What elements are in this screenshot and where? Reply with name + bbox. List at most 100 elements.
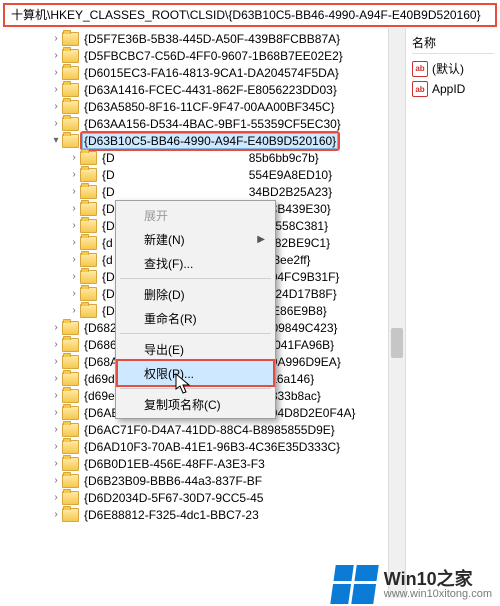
expand-chevron-icon[interactable]: › <box>50 475 62 486</box>
expand-chevron-icon[interactable]: › <box>68 288 80 299</box>
tree-row[interactable]: › {D63A1416-FCEC-4431-862F-E8056223DD03} <box>0 81 405 98</box>
tree-row[interactable]: › {D5FBCBC7-C56D-4FF0-9607-1B68B7EE02E2} <box>0 47 405 64</box>
tree-item-label[interactable]: {D <box>100 168 117 182</box>
folder-icon <box>62 134 79 148</box>
tree-item-label[interactable]: {D6D2034D-5F67-30D7-9CC5-45 <box>82 491 265 505</box>
tree-row[interactable]: ▾ {D63B10C5-BB46-4990-A94F-E40B9D520160} <box>0 132 405 149</box>
folder-icon <box>62 406 79 420</box>
expand-chevron-icon[interactable]: › <box>50 84 62 95</box>
expand-chevron-icon[interactable]: › <box>50 356 62 367</box>
tree-item-label[interactable]: {D5F7E36B-5B38-445D-A50F-439B8FCBB87A} <box>82 32 342 46</box>
tree-item-label[interactable]: {d <box>100 253 115 267</box>
menu-item[interactable]: 复制项名称(C) <box>118 392 273 416</box>
menu-item[interactable]: 重命名(R) <box>118 306 273 330</box>
submenu-arrow-icon: ▶ <box>257 234 265 245</box>
folder-icon <box>80 202 97 216</box>
windows-logo-icon <box>330 565 378 604</box>
tree-row[interactable]: › {D 85b6bb9c7b} <box>0 149 405 166</box>
vertical-scrollbar[interactable] <box>388 28 405 598</box>
expand-chevron-icon[interactable]: › <box>50 509 62 520</box>
expand-chevron-icon[interactable]: › <box>68 254 80 265</box>
folder-icon <box>80 253 97 267</box>
expand-chevron-icon[interactable]: › <box>68 186 80 197</box>
tree-row[interactable]: › {D63AA156-D534-4BAC-9BF1-55359CF5EC30} <box>0 115 405 132</box>
watermark-title: Win10之家 <box>384 570 492 588</box>
folder-icon <box>62 100 79 114</box>
expand-chevron-icon[interactable]: › <box>50 407 62 418</box>
value-name: AppID <box>432 82 465 96</box>
expand-chevron-icon[interactable]: › <box>50 339 62 350</box>
expand-chevron-icon[interactable]: › <box>68 220 80 231</box>
expand-chevron-icon[interactable]: › <box>68 203 80 214</box>
tree-item-tail: 554E9A8ED10} <box>247 168 334 182</box>
expand-chevron-icon[interactable]: › <box>50 390 62 401</box>
tree-item-label[interactable]: {D <box>100 185 117 199</box>
scrollbar-thumb[interactable] <box>391 328 403 358</box>
menu-item[interactable]: 查找(F)... <box>118 251 273 275</box>
expand-chevron-icon[interactable]: › <box>50 441 62 452</box>
tree-row[interactable]: › {D6AC71F0-D4A7-41DD-88C4-B8985855D9E} <box>0 421 405 438</box>
tree-item-label[interactable]: {D6B23B09-BBB6-44a3-837F-BF <box>82 474 264 488</box>
tree-item-label[interactable]: {D <box>100 151 117 165</box>
menu-item[interactable]: 权限(P)... <box>117 360 274 386</box>
menu-item-label: 新建(N) <box>144 231 185 248</box>
expand-chevron-icon[interactable]: › <box>68 237 80 248</box>
tree-row[interactable]: › {D6AD10F3-70AB-41E1-96B3-4C36E35D333C} <box>0 438 405 455</box>
tree-item-label[interactable]: {D63B10C5-BB46-4990-A94F-E40B9D520160} <box>82 133 338 149</box>
tree-row[interactable]: › {D6B0D1EB-456E-48FF-A3E3-F3 <box>0 455 405 472</box>
tree-item-label[interactable]: {D6E88812-F325-4dc1-BBC7-23 <box>82 508 261 522</box>
expand-chevron-icon[interactable]: › <box>50 322 62 333</box>
menu-item[interactable]: 删除(D) <box>118 282 273 306</box>
tree-row[interactable]: › {D5F7E36B-5B38-445D-A50F-439B8FCBB87A} <box>0 30 405 47</box>
string-value-icon: ab <box>412 81 428 97</box>
tree-item-label[interactable]: {D63AA156-D534-4BAC-9BF1-55359CF5EC30} <box>82 117 343 131</box>
values-panel: 名称 ab(默认)abAppID <box>406 28 500 598</box>
tree-row[interactable]: › {D6D2034D-5F67-30D7-9CC5-45 <box>0 489 405 506</box>
column-header-name[interactable]: 名称 <box>412 32 494 54</box>
value-row[interactable]: ab(默认) <box>412 58 494 79</box>
tree-item-label[interactable]: {D5FBCBC7-C56D-4FF0-9607-1B68B7EE02E2} <box>82 49 345 63</box>
value-row[interactable]: ab AppID <box>412 79 494 99</box>
expand-chevron-icon[interactable]: › <box>50 67 62 78</box>
expand-chevron-icon[interactable]: › <box>68 152 80 163</box>
expand-chevron-icon[interactable]: › <box>68 271 80 282</box>
folder-icon <box>62 66 79 80</box>
expand-chevron-icon[interactable]: › <box>68 305 80 316</box>
expand-chevron-icon[interactable]: › <box>50 492 62 503</box>
expand-chevron-icon[interactable]: › <box>50 118 62 129</box>
string-value-icon: ab <box>412 61 428 77</box>
tree-item-label[interactable]: {D63A5850-8F16-11CF-9F47-00AA00BF345C} <box>82 100 337 114</box>
expand-chevron-icon[interactable]: › <box>50 50 62 61</box>
tree-item-label[interactable]: {D6AD10F3-70AB-41E1-96B3-4C36E35D333C} <box>82 440 342 454</box>
tree-item-label[interactable]: {d <box>100 236 115 250</box>
expand-chevron-icon[interactable]: › <box>50 101 62 112</box>
tree-item-label[interactable]: {D6B0D1EB-456E-48FF-A3E3-F3 <box>82 457 267 471</box>
expand-chevron-icon[interactable]: ▾ <box>50 135 62 146</box>
tree-item-tail: 85b6bb9c7b} <box>247 151 321 165</box>
expand-chevron-icon[interactable]: › <box>50 458 62 469</box>
menu-item-label: 导出(E) <box>144 341 184 358</box>
menu-item[interactable]: 新建(N) ▶ <box>118 227 273 251</box>
tree-row[interactable]: › {D63A5850-8F16-11CF-9F47-00AA00BF345C} <box>0 98 405 115</box>
tree-row[interactable]: › {D6015EC3-FA16-4813-9CA1-DA204574F5DA} <box>0 64 405 81</box>
menu-item-label: 复制项名称(C) <box>144 396 221 413</box>
tree-row[interactable]: ›{D34BD2B25A23} <box>0 183 405 200</box>
folder-icon <box>80 236 97 250</box>
expand-chevron-icon[interactable]: › <box>50 424 62 435</box>
tree-item-label[interactable]: {D6AC71F0-D4A7-41DD-88C4-B8985855D9E} <box>82 423 337 437</box>
folder-icon <box>80 185 97 199</box>
expand-chevron-icon[interactable]: › <box>50 373 62 384</box>
address-bar[interactable]: 十算机\HKEY_CLASSES_ROOT\CLSID\{D63B10C5-BB… <box>4 4 496 26</box>
tree-item-label[interactable]: {D6015EC3-FA16-4813-9CA1-DA204574F5DA} <box>82 66 341 80</box>
expand-chevron-icon[interactable]: › <box>68 169 80 180</box>
menu-item[interactable]: 导出(E) <box>118 337 273 361</box>
tree-row[interactable]: › {D6B23B09-BBB6-44a3-837F-BF <box>0 472 405 489</box>
tree-item-label[interactable]: {D63A1416-FCEC-4431-862F-E8056223DD03} <box>82 83 339 97</box>
folder-icon <box>62 321 79 335</box>
folder-icon <box>62 457 79 471</box>
tree-row[interactable]: › {D 554E9A8ED10} <box>0 166 405 183</box>
expand-chevron-icon[interactable]: › <box>50 33 62 44</box>
folder-icon <box>62 32 79 46</box>
tree-row[interactable]: › {D6E88812-F325-4dc1-BBC7-23 <box>0 506 405 523</box>
menu-item: 展开 <box>118 203 273 227</box>
